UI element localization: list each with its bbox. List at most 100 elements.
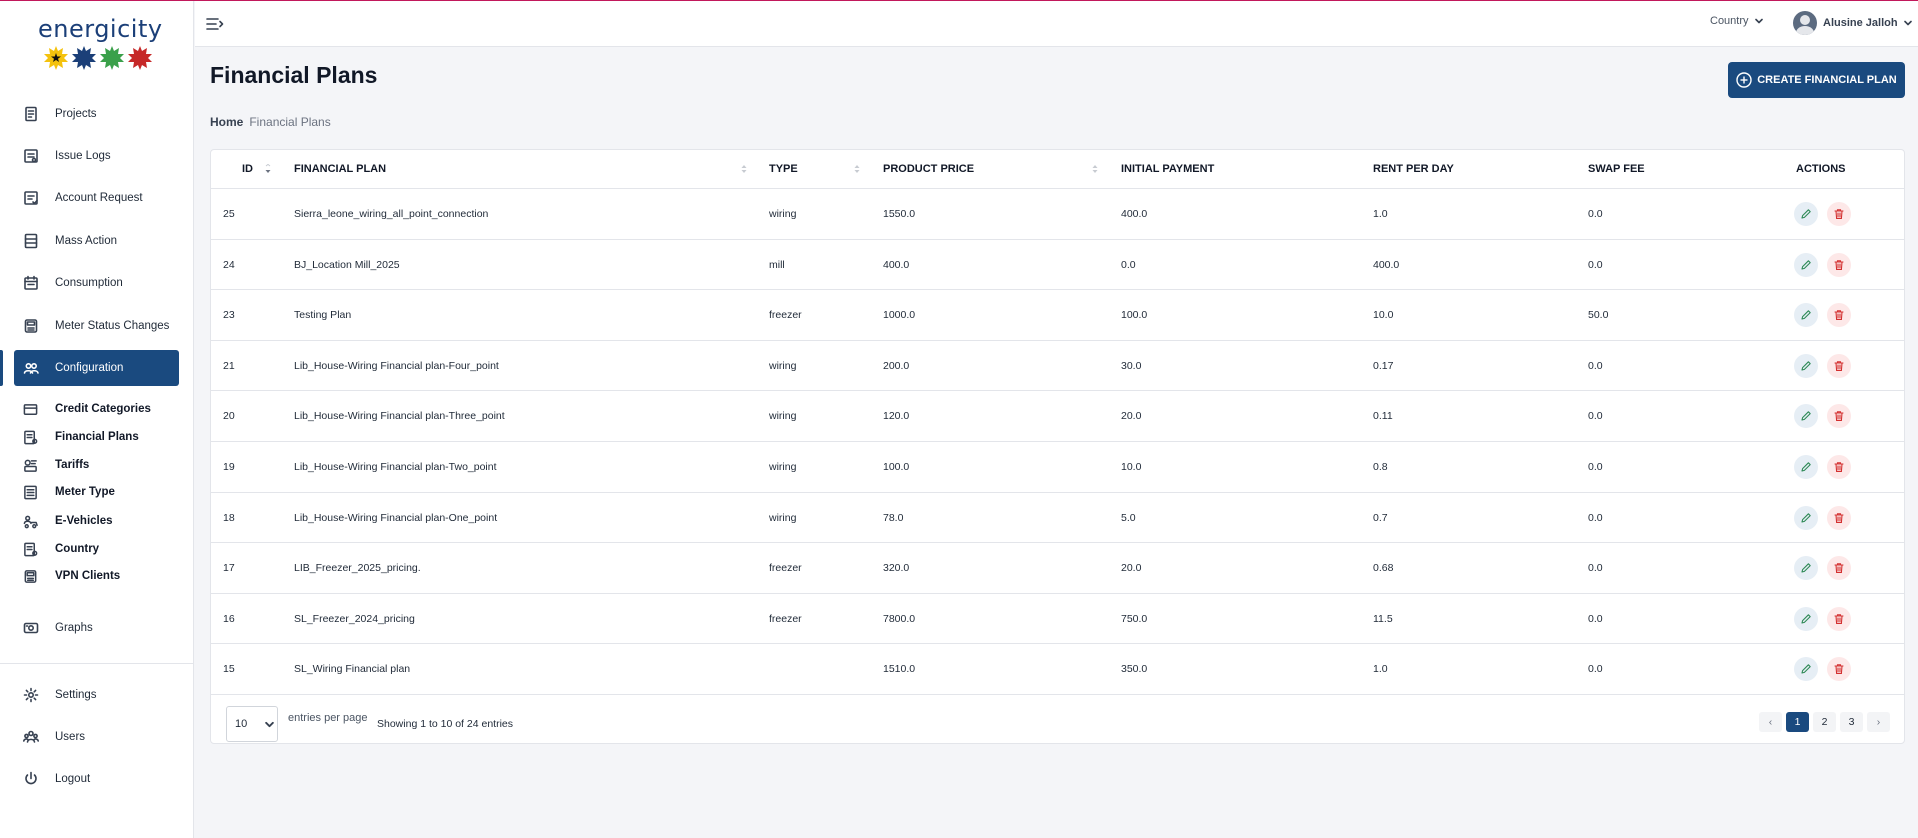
sort-desc-icon[interactable]	[265, 164, 271, 174]
pagination-page-1[interactable]: 1	[1786, 712, 1809, 732]
active-indicator	[0, 350, 3, 386]
edit-button[interactable]	[1794, 455, 1818, 479]
edit-button[interactable]	[1794, 252, 1818, 277]
edit-button[interactable]	[1794, 606, 1818, 631]
sidebar-item-projects[interactable]: Projects	[14, 96, 179, 132]
cell-initial-payment: 750.0	[1121, 612, 1148, 625]
edit-button[interactable]	[1794, 202, 1818, 226]
delete-button[interactable]	[1827, 202, 1851, 226]
cell-swap-fee: 0.0	[1588, 359, 1603, 372]
sidebar-item-meter-status-changes[interactable]: Meter Status Changes	[14, 308, 179, 344]
sidebar-item-mass-action[interactable]: Mass Action	[14, 223, 179, 259]
create-financial-plan-button[interactable]: CREATE FINANCIAL PLAN	[1728, 62, 1905, 98]
sidebar-subitem-tariffs[interactable]: Tariffs	[22, 454, 182, 476]
cell-id: 24	[223, 258, 235, 271]
delete-button[interactable]	[1827, 303, 1851, 328]
pagination-page-3[interactable]: 3	[1840, 712, 1863, 732]
cell-swap-fee: 0.0	[1588, 410, 1603, 423]
cell-type: freezer	[769, 612, 802, 625]
cell-swap-fee: 0.0	[1588, 461, 1603, 473]
column-header-actions: ACTIONS	[1796, 163, 1846, 175]
pagination-prev[interactable]: ‹	[1759, 712, 1782, 732]
sidebar-subitem-vpn-clients[interactable]: VPN Clients	[22, 565, 182, 587]
delete-button[interactable]	[1827, 505, 1851, 530]
top-header: Country Alusine Jalloh	[195, 1, 1918, 47]
delete-button[interactable]	[1827, 252, 1851, 277]
breadcrumb-home[interactable]: Home	[210, 115, 243, 129]
sidebar-item-configuration[interactable]: Configuration	[14, 350, 179, 386]
sidebar-item-consumption[interactable]: Consumption	[14, 265, 179, 301]
cell-initial-payment: 350.0	[1121, 663, 1148, 676]
cell-rent-per-day: 0.11	[1373, 410, 1393, 423]
trash-icon	[1834, 259, 1844, 270]
sidebar-subitem-meter-type[interactable]: Meter Type	[22, 481, 182, 503]
cell-initial-payment: 10.0	[1121, 461, 1142, 473]
table-row: 16 SL_Freezer_2024_pricing freezer 7800.0 75…	[211, 594, 1904, 645]
brand-logo[interactable]: energicity	[38, 15, 162, 70]
cell-swap-fee: 50.0	[1588, 309, 1609, 322]
column-header-rent-per-day: RENT PER DAY	[1373, 163, 1454, 175]
sidebar-item-settings[interactable]: Settings	[14, 677, 179, 713]
table-row: 17 LIB_Freezer_2025_pricing. freezer 320.0 2…	[211, 543, 1904, 594]
sidebar-subitem-country[interactable]: Country	[22, 538, 182, 560]
trash-icon	[1834, 310, 1844, 321]
pagination-page-2[interactable]: 2	[1813, 712, 1836, 732]
sidebar-subitem-credit-categories[interactable]: Credit Categories	[22, 398, 182, 420]
subitem-label: Tariffs	[55, 459, 90, 471]
sort-icon[interactable]	[854, 164, 860, 174]
user-menu[interactable]: Alusine Jalloh	[1793, 11, 1912, 35]
financial-plans-table-card: ID FINANCIAL PLAN TYPE PRODUCT PRICE INI…	[210, 149, 1905, 744]
sidebar-item-graphs[interactable]: Graphs	[14, 610, 179, 646]
cell-type: wiring	[769, 461, 797, 473]
cell-type: wiring	[769, 208, 797, 220]
column-header-swap-fee: SWAP FEE	[1588, 163, 1645, 175]
column-header-product-price[interactable]: PRODUCT PRICE	[883, 163, 974, 175]
breadcrumb-current: Financial Plans	[249, 115, 331, 129]
edit-button[interactable]	[1794, 303, 1818, 328]
delete-button[interactable]	[1827, 606, 1851, 631]
cell-rent-per-day: 0.8	[1373, 461, 1388, 473]
cell-id: 25	[223, 208, 235, 220]
delete-button[interactable]	[1827, 353, 1851, 378]
country-icon	[23, 542, 37, 556]
sidebar-item-logout[interactable]: Logout	[14, 761, 179, 797]
sidebar-item-users[interactable]: Users	[14, 719, 179, 755]
avatar	[1793, 11, 1817, 35]
column-header-id[interactable]: ID	[242, 163, 253, 175]
delete-button[interactable]	[1827, 404, 1851, 429]
sidebar-subitem-e-vehicles[interactable]: E-Vehicles	[22, 510, 182, 532]
pagination-next[interactable]: ›	[1867, 712, 1890, 732]
cell-type: wiring	[769, 511, 797, 524]
cell-swap-fee: 0.0	[1588, 562, 1603, 575]
sort-icon[interactable]	[1092, 164, 1098, 174]
edit-button[interactable]	[1794, 505, 1818, 530]
column-header-financial-plan[interactable]: FINANCIAL PLAN	[294, 163, 386, 175]
pencil-icon	[1801, 563, 1811, 573]
delete-button[interactable]	[1827, 556, 1851, 581]
entries-per-page-select[interactable]: 10	[226, 706, 278, 742]
sidebar-subitem-financial-plans[interactable]: Financial Plans	[22, 426, 182, 448]
sort-icon[interactable]	[741, 164, 747, 174]
pencil-icon	[1801, 512, 1811, 523]
cell-product-price: 1000.0	[883, 309, 916, 322]
delete-button[interactable]	[1827, 455, 1851, 479]
edit-button[interactable]	[1794, 404, 1818, 429]
country-selector[interactable]: Country	[1710, 15, 1763, 27]
table-header: ID FINANCIAL PLAN TYPE PRODUCT PRICE INI…	[211, 150, 1904, 189]
edit-button[interactable]	[1794, 556, 1818, 581]
column-header-type[interactable]: TYPE	[769, 163, 798, 175]
pencil-icon	[1801, 411, 1811, 421]
delete-button[interactable]	[1827, 657, 1851, 682]
edit-button[interactable]	[1794, 353, 1818, 378]
pencil-icon	[1801, 310, 1811, 320]
sidebar-item-issue-logs[interactable]: Issue Logs	[14, 138, 179, 174]
trash-icon	[1834, 614, 1844, 624]
table-row: 18 Lib_House-Wiring Financial plan-One_po…	[211, 493, 1904, 544]
cell-initial-payment: 20.0	[1121, 562, 1142, 575]
edit-button[interactable]	[1794, 657, 1818, 682]
menu-toggle-icon[interactable]	[205, 14, 225, 34]
sidebar-item-account-request[interactable]: Account Request	[14, 180, 179, 216]
chevron-down-icon	[265, 721, 275, 727]
cell-id: 23	[223, 309, 235, 322]
cell-swap-fee: 0.0	[1588, 511, 1603, 524]
